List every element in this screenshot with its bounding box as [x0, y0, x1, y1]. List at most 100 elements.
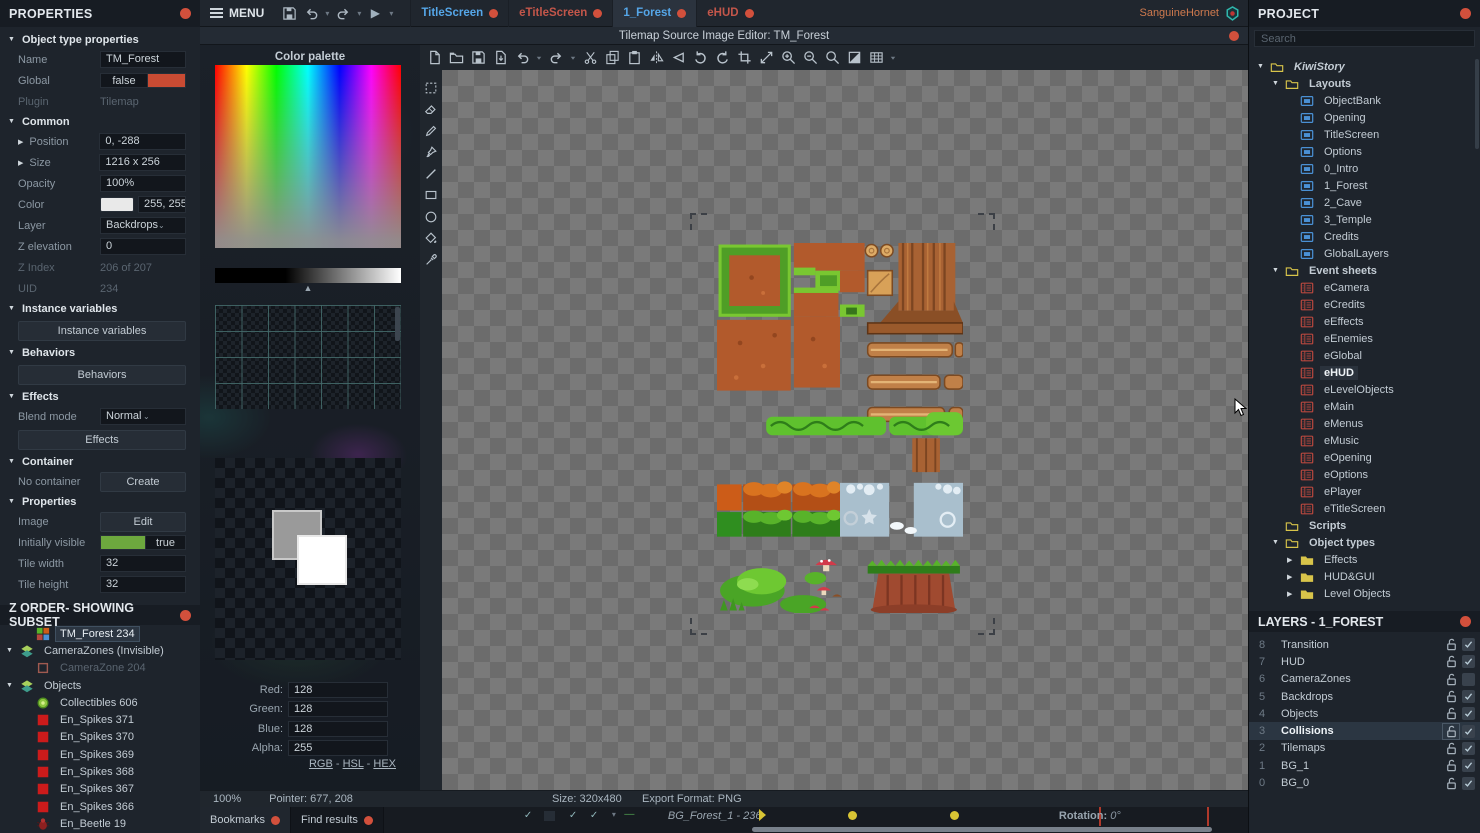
layer-visibility-checkbox[interactable] — [1462, 655, 1475, 669]
z-order-item[interactable]: En_Beetle 19 — [0, 815, 200, 832]
z-order-item[interactable]: CameraZone 204 — [0, 660, 200, 677]
swatch-grid[interactable] — [215, 305, 401, 409]
z-order-item[interactable]: En_Spikes 366 — [0, 798, 200, 815]
section-container[interactable]: ▼ Container — [0, 452, 200, 471]
dropdown-caret[interactable]: ▾ — [612, 810, 616, 819]
keyframe-dot[interactable] — [949, 811, 959, 820]
tree-expand-arrow-icon[interactable]: ▼ — [1272, 539, 1285, 546]
rotate-cw-button[interactable] — [712, 48, 732, 68]
layer-row-collisions[interactable]: 3 Collisions — [1249, 722, 1480, 740]
tile-height-input[interactable]: 32 — [100, 576, 186, 593]
background-color-swatch[interactable] — [297, 535, 347, 585]
crop-button[interactable] — [734, 48, 754, 68]
empty-checkbox[interactable] — [543, 811, 555, 821]
effects-button[interactable]: Effects — [18, 430, 186, 450]
bottom-tab-bookmarks[interactable]: Bookmarks — [200, 807, 292, 833]
resize-button[interactable] — [756, 48, 776, 68]
blend-mode-dropdown[interactable]: Normal ⌄ — [100, 408, 186, 425]
tree-expand-arrow-icon[interactable]: ▶ — [1287, 573, 1300, 581]
project-tree-item[interactable]: eHUD — [1249, 364, 1480, 381]
resize-handle-bottom-left[interactable] — [690, 618, 707, 635]
layer-row-backdrops[interactable]: 5 Backdrops — [1249, 688, 1480, 705]
check-icon[interactable]: ✓ — [590, 810, 598, 821]
section-common[interactable]: ▼ Common — [0, 112, 200, 131]
expand-arrow-icon[interactable]: ▶ — [18, 159, 23, 167]
cut-button[interactable] — [580, 48, 600, 68]
project-tree-item[interactable]: ▶ Level Objects — [1249, 585, 1480, 602]
layer-row-bg_1[interactable]: 1 BG_1 — [1249, 757, 1480, 774]
editor-status-dot[interactable] — [1229, 30, 1239, 41]
project-tree-item[interactable]: eGlobal — [1249, 347, 1480, 364]
line-tool[interactable] — [422, 166, 440, 181]
name-input[interactable]: TM_Forest — [100, 51, 186, 68]
horizontal-scrollbar[interactable] — [751, 827, 1212, 832]
resize-handle-bottom-right[interactable] — [978, 618, 995, 635]
dropdown-caret[interactable] — [568, 48, 578, 68]
expand-arrow-icon[interactable]: ▶ — [18, 138, 23, 146]
z-order-item[interactable]: Collectibles 606 — [0, 694, 200, 711]
swatch-scrollbar[interactable] — [395, 307, 400, 341]
save-as-button[interactable] — [490, 48, 510, 68]
z-order-item[interactable]: En_Spikes 367 — [0, 781, 200, 798]
keyframe-dot[interactable] — [847, 811, 857, 820]
menu-burger-icon[interactable] — [208, 5, 224, 21]
expand-arrow-icon[interactable]: ▼ — [6, 682, 20, 689]
brightness-slider[interactable] — [215, 268, 401, 283]
section-effects[interactable]: ▼ Effects — [0, 387, 200, 406]
tree-expand-arrow-icon[interactable]: ▶ — [1287, 590, 1300, 598]
section-properties[interactable]: ▼ Properties — [0, 492, 200, 511]
tab-etitlescreen[interactable]: eTitleScreen — [508, 0, 612, 27]
project-tree-item[interactable]: ▼ Object types — [1249, 534, 1480, 551]
layer-visibility-checkbox[interactable] — [1462, 707, 1475, 721]
project-tree-item[interactable]: ▶ HUD&GUI — [1249, 568, 1480, 585]
lock-icon[interactable] — [1443, 689, 1459, 704]
project-tree-item[interactable]: 1_Forest — [1249, 177, 1480, 194]
layer-visibility-checkbox[interactable] — [1462, 724, 1475, 738]
project-tree-item[interactable]: ▼ Event sheets — [1249, 262, 1480, 279]
project-tree-item[interactable]: 0_Intro — [1249, 160, 1480, 177]
project-tree-item[interactable]: eEnemies — [1249, 330, 1480, 347]
section-object-type[interactable]: ▼ Object type properties — [0, 30, 200, 49]
panel-status-dot[interactable] — [1460, 8, 1471, 19]
z-order-item[interactable]: En_Spikes 371 — [0, 711, 200, 728]
project-tree-item[interactable]: eOptions — [1249, 466, 1480, 483]
timeline-strip[interactable]: ✓ ✓ ✓ ▾ ----- BG_Forest_1 - 236 Rotation… — [383, 807, 1248, 833]
fill-bucket-tool[interactable] — [422, 231, 440, 246]
project-tree-item[interactable]: ▼ KiwiStory — [1249, 58, 1480, 75]
pencil-tool[interactable] — [422, 123, 440, 138]
tree-expand-arrow-icon[interactable]: ▼ — [1272, 267, 1285, 274]
layer-visibility-checkbox[interactable] — [1462, 690, 1475, 704]
lock-icon[interactable] — [1443, 672, 1459, 687]
color-input[interactable]: 255, 255, — [138, 196, 186, 213]
user-account[interactable]: SanguineHornet — [1139, 6, 1248, 21]
project-tree-item[interactable]: 2_Cave — [1249, 194, 1480, 211]
tree-expand-arrow-icon[interactable]: ▶ — [1287, 556, 1300, 564]
tab-status-dot[interactable] — [271, 815, 281, 825]
lock-icon[interactable] — [1443, 741, 1459, 756]
tree-expand-arrow-icon[interactable]: ▼ — [1257, 63, 1270, 70]
project-tree-item[interactable]: Opening — [1249, 109, 1480, 126]
tile-width-input[interactable]: 32 — [100, 555, 186, 572]
save-project-button[interactable] — [278, 3, 300, 23]
global-toggle[interactable]: false — [100, 73, 186, 88]
menu-button[interactable]: MENU — [229, 6, 264, 20]
grid-button[interactable] — [866, 48, 886, 68]
project-tree-item[interactable]: 3_Temple — [1249, 211, 1480, 228]
redo-button[interactable] — [332, 3, 354, 23]
tab-status-dot[interactable] — [593, 8, 603, 18]
tab-status-dot[interactable] — [363, 815, 373, 825]
create-container-button[interactable]: Create — [100, 471, 186, 492]
project-tree-item[interactable]: eOpening — [1249, 449, 1480, 466]
project-tree-item[interactable]: GlobalLayers — [1249, 245, 1480, 262]
tileset-image[interactable] — [717, 242, 963, 613]
tab-status-dot[interactable] — [677, 8, 687, 18]
resize-handle-top-left[interactable] — [690, 213, 707, 230]
color-mode-link-hsl[interactable]: HSL — [343, 758, 364, 770]
open-folder-button[interactable] — [446, 48, 466, 68]
eraser-tool[interactable] — [422, 102, 440, 117]
channel-input-alpha[interactable] — [288, 740, 388, 757]
edit-image-button[interactable]: Edit — [100, 511, 186, 532]
tab-status-dot[interactable] — [489, 8, 499, 18]
flip-horizontal-button[interactable] — [646, 48, 666, 68]
z-order-item[interactable]: TM_Forest 234 — [0, 625, 200, 642]
